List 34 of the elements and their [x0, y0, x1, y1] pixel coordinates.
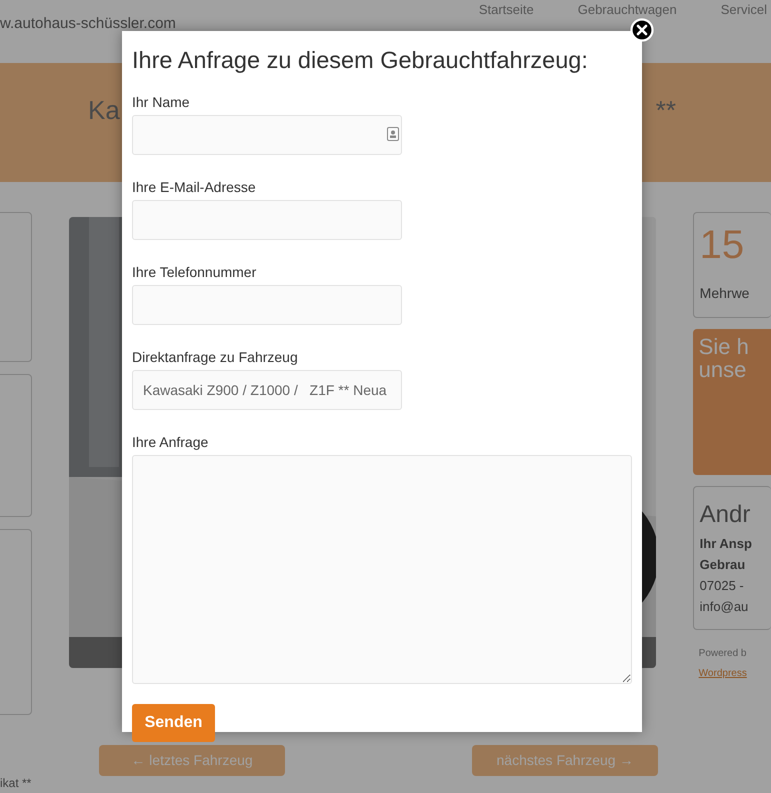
input-field[interactable]: [132, 285, 402, 326]
input-field[interactable]: Kawasaki Z900 / Z1000 / Z1F ** Neua: [132, 370, 402, 410]
banner-title-end: **: [656, 94, 676, 127]
field-label: Direktanfrage zu Fahrzeug: [132, 348, 299, 368]
contact-name: Andr: [700, 500, 752, 530]
submit-button[interactable]: Senden: [132, 704, 215, 742]
promo-text: unse: [698, 358, 748, 382]
close-icon[interactable]: [630, 18, 654, 42]
contact-line: 07025 -: [700, 577, 745, 595]
input-field[interactable]: [132, 200, 402, 240]
field-label: Ihre E-Mail-Adresse: [132, 178, 257, 198]
nav-link[interactable]: Startseite: [478, 0, 534, 20]
modal-title: Ihre Anfrage zu diesem Gebrauchtfahrzeug:: [132, 46, 589, 75]
contact-line: info@au: [700, 598, 750, 616]
footnote-text: ikat **: [0, 777, 32, 790]
powered-text: Powered b: [698, 647, 748, 661]
nav-link[interactable]: Gebrauchtwagen: [578, 0, 677, 20]
field-label: Ihr Name: [132, 93, 191, 112]
contact-card-icon[interactable]: [387, 127, 399, 142]
message-field[interactable]: [132, 455, 632, 684]
logo-text[interactable]: w.autohaus-schüssler.com: [0, 13, 176, 36]
price-note: Mehrwe: [700, 284, 750, 303]
input-field[interactable]: [132, 115, 402, 156]
field-label: Ihre Telefonnummer: [132, 263, 258, 282]
promo-text: Sie h: [698, 335, 750, 358]
nav-link[interactable]: Servicel: [720, 0, 767, 20]
contact-line: Gebrau: [700, 556, 746, 574]
powered-link[interactable]: Wordpress: [698, 666, 747, 681]
contact-line: Ihr Ansp: [700, 535, 753, 553]
price-text: 15: [700, 223, 746, 267]
banner-title-start: Ka: [88, 94, 120, 127]
pager-button[interactable]: ← letztes Fahrzeug: [99, 745, 285, 776]
field-label: Ihre Anfrage: [132, 433, 210, 452]
pager-button[interactable]: nächstes Fahrzeug →: [472, 745, 658, 776]
